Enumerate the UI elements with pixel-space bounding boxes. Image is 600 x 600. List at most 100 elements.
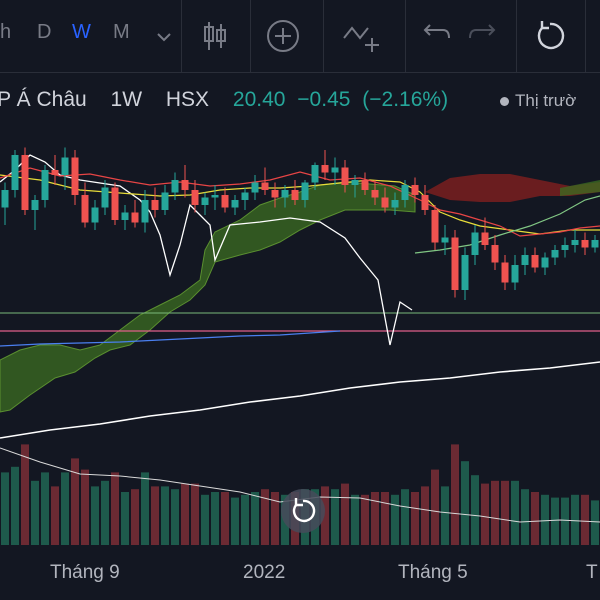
candle-body [521, 255, 529, 265]
candle-body [211, 195, 219, 198]
candle-body [161, 192, 169, 210]
candle-body [61, 157, 69, 175]
candle-body [41, 170, 49, 200]
candle-body [431, 210, 439, 243]
volume-bar [481, 483, 489, 545]
volume-bar [31, 480, 39, 545]
volume-bar [181, 483, 189, 545]
volume-bar [541, 494, 549, 545]
candle-body [271, 190, 279, 198]
candle-body [461, 255, 469, 290]
symbol-name[interactable]: CP Á Châu [0, 88, 87, 111]
volume-bar [431, 469, 439, 545]
candle-body [511, 265, 519, 283]
volume-bar [341, 483, 349, 545]
volume-bar [211, 492, 219, 545]
interval-month[interactable]: M [113, 21, 130, 44]
volume-bar [591, 500, 599, 545]
candle-body [91, 207, 99, 223]
ma-line-blue [0, 330, 341, 347]
compare-icon[interactable] [340, 14, 384, 58]
volume-bar [351, 494, 359, 545]
undo-icon[interactable] [413, 14, 457, 58]
volume-bar [121, 492, 129, 545]
volume-bar [441, 486, 449, 545]
candle-body [201, 197, 209, 205]
candle-body [291, 190, 299, 200]
candle-body [571, 240, 579, 245]
x-tick-label: T [586, 562, 598, 583]
candle-body [21, 155, 29, 210]
ichimoku-cloud [0, 181, 416, 413]
candle-body [51, 170, 59, 175]
candle-body [321, 165, 329, 173]
ma-line-long [0, 361, 600, 439]
volume-bar [141, 472, 149, 545]
volume-bar [51, 486, 59, 545]
candle-body [561, 245, 569, 250]
x-tick-label: Tháng 9 [50, 562, 120, 583]
volume-bar [401, 489, 409, 545]
candle-body [181, 180, 189, 190]
candle-body [361, 180, 369, 190]
last-price: 20.40 [232, 88, 286, 111]
volume-bar [361, 494, 369, 545]
price-change-percent: (−2.16%) [362, 88, 449, 111]
price-chart[interactable] [0, 120, 600, 545]
volume-bar [501, 480, 509, 545]
symbol-legend: CP Á Châu 1W HSX 20.40 −0.45 (−2.16%) [0, 88, 460, 112]
redo-icon[interactable] [462, 14, 506, 58]
candle-body [411, 185, 419, 195]
candle-body [31, 200, 39, 210]
toolbar: h D W M [0, 0, 600, 72]
candlestick-icon[interactable] [193, 14, 237, 58]
volume-bar [11, 466, 19, 545]
interval-day[interactable]: D [37, 21, 51, 44]
add-indicator-icon[interactable] [261, 14, 305, 58]
candle-body [401, 185, 409, 200]
candle-body [311, 165, 319, 183]
reset-icon[interactable] [528, 14, 572, 58]
candle-body [251, 182, 259, 193]
volume-bar [191, 483, 199, 545]
candle-body [131, 212, 139, 223]
candle-body [1, 190, 9, 208]
candle-body [531, 255, 539, 268]
volume-bar [91, 486, 99, 545]
interval-hour[interactable]: h [0, 21, 11, 44]
x-tick-label: 2022 [243, 562, 286, 583]
ichimoku-cloud-green-right [560, 180, 600, 196]
price-change: −0.45 [297, 88, 351, 111]
x-tick-label: Tháng 5 [398, 562, 468, 583]
volume-bar [161, 486, 169, 545]
volume-bar [61, 472, 69, 545]
candle-body [191, 190, 199, 205]
candle-body [541, 257, 549, 268]
candle-body [101, 187, 109, 208]
candle-body [331, 167, 339, 173]
volume-bar [391, 494, 399, 545]
volume-bar [131, 489, 139, 545]
candle-body [451, 237, 459, 290]
volume-bar [221, 492, 229, 545]
volume-bar [411, 492, 419, 545]
volume-bar [251, 492, 259, 545]
candle-body [551, 250, 559, 258]
candle-body [581, 240, 589, 248]
volume-bar [381, 492, 389, 545]
candle-body [81, 195, 89, 223]
chevron-down-icon[interactable] [142, 14, 186, 58]
candle-body [351, 180, 359, 185]
interval-week[interactable]: W [72, 21, 91, 44]
volume-bar [561, 497, 569, 545]
candle-body [71, 157, 79, 195]
reset-icon [292, 498, 316, 523]
candle-body [341, 167, 349, 185]
volume-bar [171, 489, 179, 545]
candle-body [241, 192, 249, 200]
candle-body [221, 195, 229, 208]
candle-body [441, 237, 449, 243]
reset-chart-button[interactable] [281, 489, 325, 533]
candle-body [391, 200, 399, 208]
candle-body [141, 200, 149, 223]
